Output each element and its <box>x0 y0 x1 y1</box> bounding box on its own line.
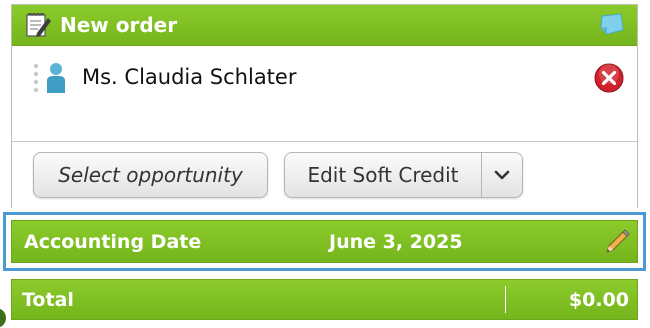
total-label: Total <box>22 288 74 311</box>
person-icon <box>47 63 65 93</box>
person-row: Ms. Claudia Schlater <box>12 47 637 107</box>
person-name: Ms. Claudia Schlater <box>82 65 297 89</box>
accounting-date-value: June 3, 2025 <box>329 230 463 253</box>
total-row: Total $0.00 <box>11 279 638 320</box>
note-icon[interactable] <box>599 12 625 36</box>
remove-icon[interactable] <box>593 62 625 94</box>
total-divider <box>505 286 506 313</box>
order-title: New order <box>60 13 178 37</box>
order-actions: Select opportunity Edit Soft Credit <box>12 141 637 208</box>
chevron-down-icon <box>494 170 510 180</box>
accounting-date-focus-frame: Accounting Date June 3, 2025 <box>3 212 646 271</box>
drag-handle-icon[interactable] <box>32 62 40 92</box>
left-edge-decoration <box>0 308 6 328</box>
accounting-date-row[interactable]: Accounting Date June 3, 2025 <box>11 220 638 263</box>
edit-soft-credit-button[interactable]: Edit Soft Credit <box>285 163 481 187</box>
pencil-icon[interactable] <box>603 228 631 256</box>
order-header: New order <box>12 5 637 46</box>
new-order-panel: New order Ms. Claudia Schlater Select op… <box>11 4 638 208</box>
edit-soft-credit-button-group: Edit Soft Credit <box>284 152 523 198</box>
select-opportunity-button[interactable]: Select opportunity <box>33 152 268 198</box>
soft-credit-dropdown-toggle[interactable] <box>481 153 522 197</box>
select-opportunity-label: Select opportunity <box>58 163 243 187</box>
accounting-date-label: Accounting Date <box>24 230 202 253</box>
edit-form-icon <box>26 12 51 37</box>
total-value: $0.00 <box>568 288 629 311</box>
